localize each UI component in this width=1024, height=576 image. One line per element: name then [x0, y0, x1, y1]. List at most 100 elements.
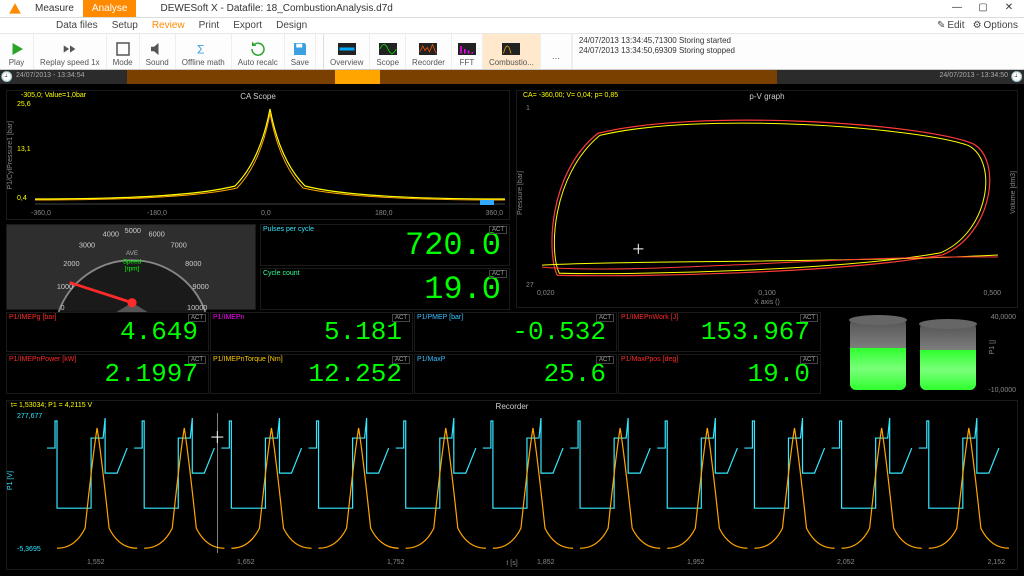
- titlebar: Measure Analyse DEWESoft X - Datafile: 1…: [0, 0, 1024, 18]
- view-scope-button[interactable]: Scope: [370, 34, 406, 69]
- recorder-xlabel: t [s]: [506, 560, 517, 567]
- readout-label: P1/PMEP [bar]: [417, 314, 463, 321]
- overview-icon: [338, 40, 356, 58]
- view-combustion-button[interactable]: Combustio...: [483, 34, 541, 69]
- clock-icon: 🕘: [1010, 70, 1024, 84]
- svg-text:[rpm]: [rpm]: [125, 266, 140, 273]
- status-log-line: 24/07/2013 13:34:50,69309 Storing stoppe…: [579, 46, 735, 56]
- ca-scope-plot: [35, 101, 505, 205]
- pv-xtick: 0,500: [983, 290, 1001, 297]
- timeline-selection[interactable]: [335, 70, 381, 84]
- pv-ytick: 1: [526, 105, 530, 112]
- recorder-ylabel: P1 [V]: [7, 471, 14, 490]
- rewind-forward-icon: [61, 40, 79, 58]
- svg-text:AVE: AVE: [126, 250, 138, 257]
- ribbon-tab-datafiles[interactable]: Data files: [56, 20, 98, 31]
- pv-ylabel: Pressure [bar]: [517, 171, 524, 215]
- ribbon-tab-export[interactable]: Export: [233, 20, 262, 31]
- svg-text:6000: 6000: [149, 230, 165, 239]
- timeline-track[interactable]: [127, 70, 778, 84]
- readout-p1-maxppos-deg-[interactable]: P1/MaxPpos [deg] ACT 19.0: [618, 354, 821, 394]
- ca-cursor-readout: -305,0; Value=1,0bar: [21, 92, 86, 99]
- mode-tab-analyse[interactable]: Analyse: [83, 0, 137, 17]
- ca-ylabel: P1/CylPressure1 [bar]: [7, 121, 14, 189]
- window-maximize-button[interactable]: ▢: [972, 2, 994, 16]
- readout-p1-imepg-bar-[interactable]: P1/IMEPg [bar] ACT 4.649: [6, 312, 209, 352]
- view-recorder-button[interactable]: Recorder: [406, 34, 452, 69]
- cycle-count-display[interactable]: Cycle count ACT 19.0: [260, 268, 510, 310]
- floppy-icon: [291, 40, 309, 58]
- readout-p1-imepnpower-kw-[interactable]: P1/IMEPnPower [kW] ACT 2.1997: [6, 354, 209, 394]
- recorder-ytick: 277,677: [17, 413, 42, 420]
- sound-button[interactable]: Sound: [140, 34, 176, 69]
- cylinder-bar: [920, 324, 976, 390]
- act-badge: ACT: [800, 314, 818, 322]
- recorder-panel[interactable]: t= 1,53034; P1 = 4,2115 V Recorder P1 [V…: [6, 400, 1018, 570]
- cylinder-bar: [850, 320, 906, 390]
- act-badge: ACT: [188, 356, 206, 364]
- pv-ylabel2: Volume [dm3]: [1010, 171, 1017, 214]
- replay-speed-control[interactable]: Replay speed 1x: [34, 34, 107, 69]
- window-title: DEWESoft X - Datafile: 18_CombustionAnal…: [160, 3, 392, 14]
- ribbon-tab-print[interactable]: Print: [199, 20, 220, 31]
- play-button[interactable]: Play: [0, 34, 34, 69]
- readout-p1-imepn[interactable]: P1/IMEPn ACT 5.181: [210, 312, 413, 352]
- pv-graph-panel[interactable]: CA= -360,00; V= 0,04; p= 0,85 p-V graph …: [516, 90, 1018, 308]
- act-badge: ACT: [596, 356, 614, 364]
- recorder-xtick: 1,652: [237, 559, 255, 566]
- view-overview-button[interactable]: Overview: [324, 34, 370, 69]
- status-log-line: 24/07/2013 13:34:45,71300 Storing starte…: [579, 36, 735, 46]
- sigma-icon: Σ: [194, 40, 212, 58]
- ribbon-tab-design[interactable]: Design: [276, 20, 307, 31]
- cyl-ytick: -10,0000: [988, 387, 1016, 394]
- view-fft-button[interactable]: FFT: [452, 34, 483, 69]
- speed-gauge-panel[interactable]: 010002000 300040005000 600070008000 9000…: [6, 224, 256, 310]
- readout-label: P1/IMEPnPower [kW]: [9, 356, 76, 363]
- dots-icon: ⋯: [547, 49, 565, 67]
- pv-xlabel: X axis (): [754, 299, 780, 306]
- cylinder-bars-panel[interactable]: 40,0000 -10,0000 P1 []: [828, 312, 1018, 396]
- svg-text:8000: 8000: [185, 259, 201, 268]
- readout-p1-pmep-bar-[interactable]: P1/PMEP [bar] ACT -0.532: [414, 312, 617, 352]
- act-badge: ACT: [392, 314, 410, 322]
- scope-icon: [379, 40, 397, 58]
- mode-tab-measure[interactable]: Measure: [26, 0, 83, 17]
- svg-text:Σ: Σ: [197, 43, 204, 57]
- mode-button[interactable]: Mode: [107, 34, 140, 69]
- act-badge: ACT: [489, 226, 507, 234]
- display-label: Pulses per cycle: [263, 226, 314, 233]
- ribbon-options-button[interactable]: ⚙ Options: [973, 20, 1018, 31]
- refresh-icon: [249, 40, 267, 58]
- ribbon-tab-review[interactable]: Review: [152, 20, 185, 31]
- offline-math-button[interactable]: ΣOffline math: [176, 34, 232, 69]
- readout-p1-imepntorque-nm-[interactable]: P1/IMEPnTorque [Nm] ACT 12.252: [210, 354, 413, 394]
- window-minimize-button[interactable]: —: [946, 2, 968, 16]
- ca-scope-panel[interactable]: -305,0; Value=1,0bar CA Scope P1/CylPres…: [6, 90, 510, 220]
- svg-text:0: 0: [61, 303, 65, 312]
- readout-label: P1/MaxP: [417, 356, 445, 363]
- svg-text:Speed: Speed: [123, 258, 142, 265]
- recorder-xtick: 1,952: [687, 559, 705, 566]
- display-value: 720.0: [405, 227, 501, 264]
- ribbon-tabs: Data files Setup Review Print Export Des…: [0, 18, 1024, 34]
- toolbar-overflow-button[interactable]: ⋯: [541, 34, 572, 69]
- ca-xtick: 180,0: [375, 210, 393, 217]
- readout-label: P1/IMEPnTorque [Nm]: [213, 356, 283, 363]
- ribbon-edit-button[interactable]: ✎ Edit: [937, 20, 965, 31]
- timeline-overview[interactable]: 🕘 24/07/2013 - 13:34:54 24/07/2013 - 13:…: [0, 70, 1024, 84]
- save-button[interactable]: Save: [285, 34, 316, 69]
- act-badge: ACT: [800, 356, 818, 364]
- clock-icon: 🕘: [0, 70, 14, 84]
- speaker-icon: [148, 40, 166, 58]
- readout-p1-maxp[interactable]: P1/MaxP ACT 25.6: [414, 354, 617, 394]
- readout-p1-imepnwork-j-[interactable]: P1/IMEPnWork [J] ACT 153.967: [618, 312, 821, 352]
- act-badge: ACT: [596, 314, 614, 322]
- window-close-button[interactable]: ✕: [998, 2, 1020, 16]
- ca-scope-title: CA Scope: [240, 92, 276, 101]
- svg-text:3000: 3000: [79, 241, 95, 250]
- ribbon-tab-setup[interactable]: Setup: [112, 20, 138, 31]
- pv-cursor-readout: CA= -360,00; V= 0,04; p= 0,85: [523, 92, 618, 99]
- auto-recalc-button[interactable]: Auto recalc: [232, 34, 285, 69]
- pulses-per-cycle-display[interactable]: Pulses per cycle ACT 720.0: [260, 224, 510, 266]
- combustion-icon: [502, 40, 520, 58]
